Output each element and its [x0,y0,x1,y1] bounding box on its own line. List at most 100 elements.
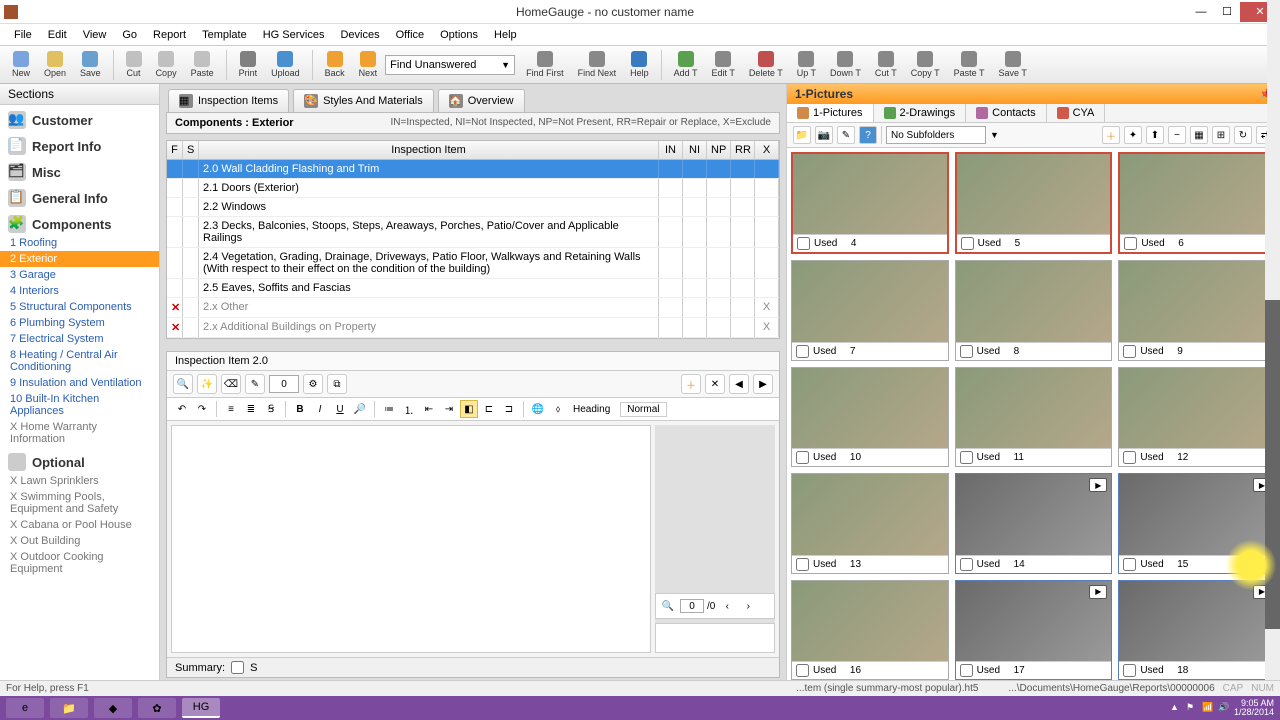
system-tray[interactable]: ▲ ⚑ 📶 🔊 9:05 AM 1/28/2014 [1170,699,1274,717]
thumbnail[interactable]: Used 16 [791,580,949,680]
find-first-button[interactable]: Find First [520,49,570,80]
align-center-icon[interactable]: ≣ [242,400,260,418]
orb-icon[interactable]: 🌐 [529,400,547,418]
used-checkbox[interactable] [960,451,973,464]
used-checkbox[interactable] [960,558,973,571]
delete-icon[interactable]: ✕ [705,374,725,394]
thumbnail[interactable]: ▶ Used 14 [955,473,1113,573]
thumbnail[interactable]: Used 8 [955,260,1113,360]
paste-button[interactable]: Paste [185,49,220,80]
outdent-icon[interactable]: ⇤ [420,400,438,418]
edit-icon[interactable]: ✎ [837,126,855,144]
table-row[interactable]: 2.0 Wall Cladding Flashing and Trim [167,160,779,179]
menu-devices[interactable]: Devices [332,26,387,44]
down-t-button[interactable]: Down T [824,49,867,80]
tray-icon[interactable]: ▲ [1170,702,1182,714]
sidebar-item[interactable]: 10 Built-In Kitchen Appliances [0,391,159,419]
app-icon-2[interactable]: ✿ [138,698,176,718]
back-button[interactable]: Back [319,49,351,80]
menu-options[interactable]: Options [432,26,486,44]
table-row[interactable]: ✕2.x OtherX [167,298,779,318]
used-checkbox[interactable] [1124,237,1137,250]
used-checkbox[interactable] [1123,345,1136,358]
paste-t-button[interactable]: Paste T [948,49,991,80]
used-checkbox[interactable] [961,237,974,250]
thumbnail[interactable]: Used 11 [955,367,1113,467]
table-row[interactable]: 2.5 Eaves, Soffits and Fascias [167,279,779,298]
redo-icon[interactable]: ↷ [193,400,211,418]
highlight-color-icon[interactable]: ◧ [460,400,478,418]
prev-icon[interactable]: ◀ [729,374,749,394]
used-checkbox[interactable] [796,558,809,571]
next-button[interactable]: Next [353,49,384,80]
table-row[interactable]: 2.3 Decks, Balconies, Stoops, Steps, Are… [167,217,779,248]
group-customer[interactable]: 👥Customer [0,105,159,131]
edit-t-button[interactable]: Edit T [706,49,741,80]
sidebar-item[interactable]: 9 Insulation and Ventilation [0,375,159,391]
open-button[interactable]: Open [38,49,72,80]
thumbnail[interactable]: Used 7 [791,260,949,360]
sidebar-item[interactable]: X Outdoor Cooking Equipment [0,549,159,577]
sidebar-item[interactable]: 7 Electrical System [0,331,159,347]
thumbnail[interactable]: Used 6 [1118,152,1276,254]
align-right-icon[interactable]: ⊐ [500,400,518,418]
tab-styles-and-materials[interactable]: 🎨Styles And Materials [293,89,434,112]
pictures-scrollbar[interactable] [1265,136,1280,684]
group-general-info[interactable]: 📋General Info [0,183,159,209]
camera-icon[interactable]: 📷 [815,126,833,144]
strike-icon[interactable]: Ꞩ [262,400,280,418]
grid-icon[interactable]: ▦ [1190,126,1208,144]
sidebar-item[interactable]: 2 Exterior [0,251,159,267]
bold-icon[interactable]: B [291,400,309,418]
zoom-in-icon[interactable]: 🔍 [173,374,193,394]
homegauge-taskbar-icon[interactable]: HG [182,698,220,718]
find-icon[interactable]: 🔎 [351,400,369,418]
add-icon[interactable]: ＋ [681,374,701,394]
save-button[interactable]: Save [74,49,107,80]
help-icon[interactable]: ? [859,126,877,144]
up-icon[interactable]: ⬆ [1146,126,1164,144]
thumbnail[interactable]: Used 9 [1118,260,1276,360]
heading-value[interactable]: Normal [620,402,666,417]
indent-icon[interactable]: ⇥ [440,400,458,418]
copy-t-button[interactable]: Copy T [905,49,946,80]
thumbnail[interactable]: ▶ Used 18 [1118,580,1276,680]
used-checkbox[interactable] [960,664,973,677]
ie-icon[interactable]: e [6,698,44,718]
print-button[interactable]: Print [233,49,264,80]
sidebar-item[interactable]: 3 Garage [0,267,159,283]
sidebar-item[interactable]: 8 Heating / Central Air Conditioning [0,347,159,375]
zoom-icon[interactable]: 🔍 [659,597,677,615]
sidebar-item[interactable]: 4 Interiors [0,283,159,299]
sound-icon[interactable]: 🔊 [1218,702,1230,714]
delete-t-button[interactable]: Delete T [743,49,789,80]
thumbnail[interactable]: Used 4 [791,152,949,254]
table-row[interactable]: 2.1 Doors (Exterior) [167,179,779,198]
menu-help[interactable]: Help [486,26,525,44]
used-checkbox[interactable] [1123,451,1136,464]
network-icon[interactable]: 📶 [1202,702,1214,714]
tab-inspection-items[interactable]: ▦Inspection Items [168,89,289,112]
find-next-button[interactable]: Find Next [572,49,623,80]
sidebar-item[interactable]: 5 Structural Components [0,299,159,315]
align-left-icon[interactable]: ≡ [222,400,240,418]
menu-template[interactable]: Template [194,26,255,44]
page-input[interactable] [680,599,704,613]
minimize-button[interactable]: — [1188,2,1214,22]
group-components[interactable]: 🧩Components [0,209,159,235]
pictab-1-pictures[interactable]: 1-Pictures [787,104,874,122]
help-button[interactable]: Help [624,49,655,80]
sidebar-item[interactable]: X Lawn Sprinklers [0,473,159,489]
used-checkbox[interactable] [796,451,809,464]
add-icon[interactable]: ＋ [1102,126,1120,144]
menu-edit[interactable]: Edit [40,26,75,44]
menu-report[interactable]: Report [145,26,194,44]
find-combo[interactable] [385,55,515,75]
used-checkbox[interactable] [1123,558,1136,571]
numbers-icon[interactable]: ⒈ [400,400,418,418]
menu-go[interactable]: Go [114,26,145,44]
star-icon[interactable]: ✦ [1124,126,1142,144]
used-checkbox[interactable] [796,345,809,358]
thumbnail[interactable]: Used 5 [955,152,1113,254]
thumbnail[interactable]: ▶ Used 17 [955,580,1113,680]
